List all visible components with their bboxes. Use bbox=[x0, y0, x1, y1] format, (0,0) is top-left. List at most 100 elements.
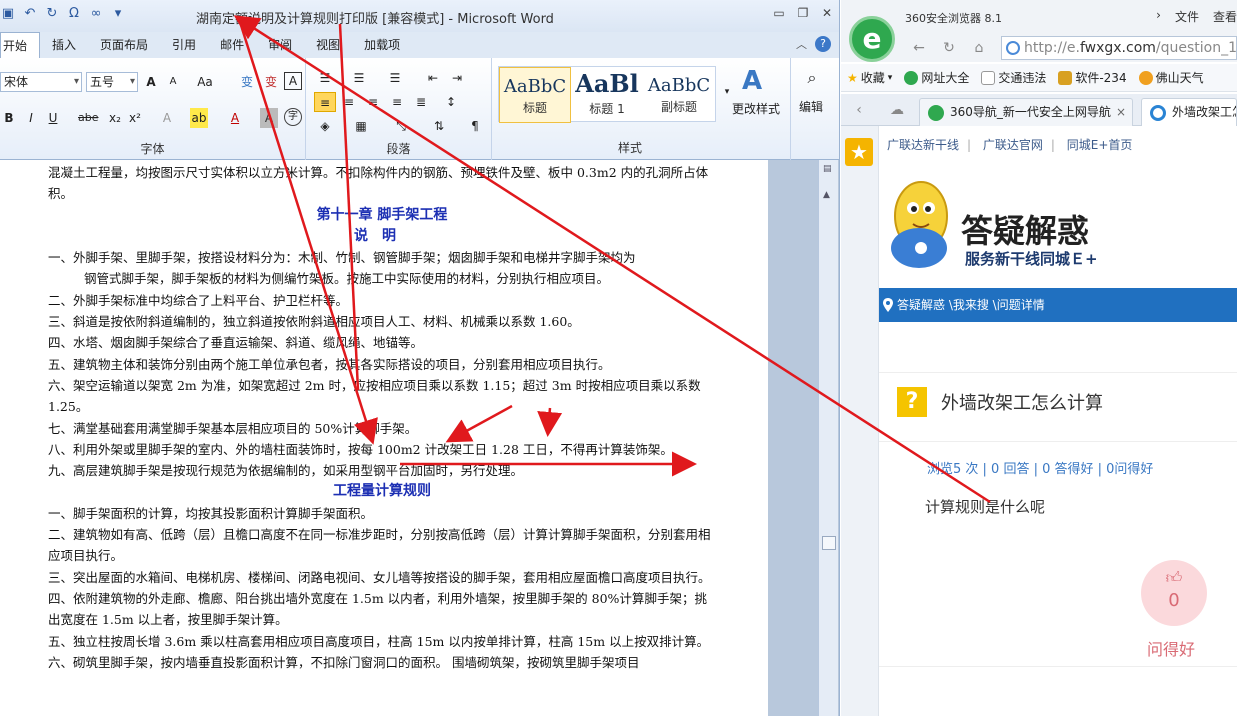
tab-close-icon[interactable]: × bbox=[1116, 99, 1126, 125]
close-icon[interactable]: ✕ bbox=[818, 6, 836, 22]
align-right-icon[interactable]: ≡ bbox=[364, 92, 382, 112]
document-heading[interactable]: 第十一章 脚手架工程 bbox=[48, 205, 716, 226]
shrink-font-button[interactable]: A bbox=[164, 72, 182, 92]
line-spacing-icon[interactable]: ↕ bbox=[442, 92, 460, 112]
document-paragraph[interactable]: 六、架空运输道以架宽 2m 为准，如架宽超过 2m 时，应按相应项目乘以系数 1… bbox=[48, 375, 716, 418]
tab-view[interactable]: 视图 bbox=[304, 32, 352, 58]
fav-link-software[interactable]: 软件-234 bbox=[1058, 69, 1127, 86]
vertical-scrollbar[interactable]: ▤ ▲ bbox=[818, 160, 838, 716]
like-button[interactable]: 👍︎ 0 bbox=[1141, 560, 1207, 626]
justify-icon[interactable]: ≡ bbox=[388, 92, 406, 112]
style-title[interactable]: AaBbC 标题 bbox=[499, 67, 571, 123]
tab-review[interactable]: 审阅 bbox=[256, 32, 304, 58]
document-paragraph[interactable]: 二、外脚手架标准中均综合了上料平台、护卫栏杆等。 bbox=[48, 290, 716, 311]
refresh-icon[interactable]: ↻ bbox=[939, 38, 959, 58]
browser-tab-question[interactable]: 外墙改架工怎么 bbox=[1141, 98, 1237, 126]
enclose-char-button[interactable]: 字 bbox=[284, 108, 302, 126]
infinity-icon[interactable]: ∞ bbox=[88, 6, 104, 21]
editing-label[interactable]: 编辑 bbox=[799, 98, 823, 115]
multilevel-list-icon[interactable]: ☰ bbox=[386, 68, 404, 88]
tab-references[interactable]: 引用 bbox=[160, 32, 208, 58]
document-paragraph[interactable]: 三、突出屋面的水箱间、电梯机房、楼梯间、闭路电视间、女儿墙等按搭设的脚手架，套用… bbox=[48, 567, 716, 588]
back-icon[interactable]: ← bbox=[909, 38, 929, 58]
menu-view[interactable]: 查看 bbox=[1213, 8, 1237, 25]
show-marks-icon[interactable]: ¶ bbox=[466, 116, 484, 136]
shading-icon[interactable]: ◈ bbox=[316, 116, 334, 136]
tab-mailings[interactable]: 邮件 bbox=[208, 32, 256, 58]
omega-icon[interactable]: Ω bbox=[66, 6, 82, 21]
link-tongcheng-home[interactable]: 同城E+首页 bbox=[1059, 138, 1141, 152]
cloud-icon[interactable]: ☁ bbox=[887, 100, 907, 120]
scroll-up-icon[interactable]: ▲ bbox=[823, 190, 830, 200]
subscript-button[interactable]: x₂ bbox=[106, 108, 124, 128]
home-icon[interactable]: ⌂ bbox=[969, 38, 989, 58]
document-paragraph[interactable]: 钢管式脚手架，脚手架板的材料为侧编竹架板。按施工中实际使用的材料，分别执行相应项… bbox=[48, 268, 716, 289]
document-paragraph[interactable]: 八、利用外架或里脚手架的室内、外的墙柱面装饰时，按每 100m2 计改架工日 1… bbox=[48, 439, 716, 460]
decrease-indent-icon[interactable]: ⇤ bbox=[424, 68, 442, 88]
document-paragraph[interactable]: 一、脚手架面积的计算，均按其投影面积计算脚手架面积。 bbox=[48, 503, 716, 524]
scroll-thumb[interactable] bbox=[822, 536, 836, 550]
address-bar[interactable]: http://e.fwxgx.com/question_15 bbox=[1001, 36, 1237, 60]
document-heading[interactable]: 工程量计算规则 bbox=[48, 481, 716, 502]
tab-insert[interactable]: 插入 bbox=[40, 32, 88, 58]
grow-font-button[interactable]: A bbox=[142, 72, 160, 92]
style-subtitle[interactable]: AaBbC 副标题 bbox=[643, 67, 715, 123]
document-paragraph[interactable]: 二、建筑物如有高、低跨（层）且檐口高度不在同一标准步距时，分别按高低跨（层）计算… bbox=[48, 524, 716, 567]
underline-button[interactable]: U bbox=[44, 108, 62, 128]
numbering-icon[interactable]: ☰ bbox=[350, 68, 368, 88]
fav-link-directory[interactable]: 网址大全 bbox=[904, 69, 969, 86]
tab-addins[interactable]: 加载项 bbox=[352, 32, 412, 58]
change-case-button[interactable]: Aa bbox=[196, 72, 214, 92]
document-paragraph[interactable]: 五、独立柱按周长增 3.6m 乘以柱高套用相应项目高度项目，柱高 15m 以内按… bbox=[48, 631, 716, 652]
styles-scroll-icon[interactable]: ▾ bbox=[718, 82, 736, 102]
distributed-icon[interactable]: ≣ bbox=[412, 92, 430, 112]
font-color-button[interactable]: A bbox=[226, 108, 244, 128]
document-paragraph[interactable]: 三、斜道是按依附斜道编制的，独立斜道按依附斜道相应项目人工、材料、机械乘以系数 … bbox=[48, 311, 716, 332]
char-shading-button[interactable]: A bbox=[260, 108, 278, 128]
document-paragraph[interactable]: 混凝土工程量，均按图示尺寸实体积以立方米计算。不扣除构件内的钢筋、预埋铁件及壁、… bbox=[48, 162, 716, 205]
style-heading-1[interactable]: AaBl 标题 1 bbox=[571, 67, 643, 123]
fav-link-traffic[interactable]: 交通违法 bbox=[981, 69, 1046, 86]
font-name-combo[interactable]: 宋体 bbox=[0, 72, 82, 92]
document-paragraph[interactable]: 四、水塔、烟囱脚手架综合了垂直运输架、斜道、缆风绳、地锚等。 bbox=[48, 332, 716, 353]
bold-button[interactable]: B bbox=[0, 108, 18, 128]
change-styles-icon[interactable]: A bbox=[742, 64, 762, 98]
document-paragraph[interactable]: 五、建筑物主体和装饰分别由两个施工单位承包者，按其各实际搭设的项目，分别套用相应… bbox=[48, 354, 716, 375]
browser-tab-360nav[interactable]: 360导航_新一代安全上网导航 × bbox=[919, 98, 1133, 126]
align-left-icon[interactable]: ≡ bbox=[314, 92, 336, 112]
tab-scroll-left-icon[interactable]: ‹ bbox=[849, 100, 869, 120]
chinese-layout-icon[interactable]: ⤡ bbox=[392, 116, 410, 136]
increase-indent-icon[interactable]: ⇥ bbox=[448, 68, 466, 88]
bullets-icon[interactable]: ☰ bbox=[316, 68, 334, 88]
menu-file[interactable]: 文件 bbox=[1175, 8, 1199, 25]
char-border-button[interactable]: A bbox=[284, 72, 302, 90]
document-paragraph[interactable]: 六、砌筑里脚手架，按内墙垂直投影面积计算，不扣除门窗洞口的面积。 围墙砌筑架，按… bbox=[48, 652, 716, 673]
menu-chevron-icon[interactable]: › bbox=[1156, 8, 1161, 25]
restore-icon[interactable]: ❐ bbox=[794, 6, 812, 22]
document-paragraph[interactable]: 七、满堂基础套用满堂脚手架基本层相应项目的 50%计算脚手架。 bbox=[48, 418, 716, 439]
help-icon[interactable]: ? bbox=[815, 36, 831, 52]
highlight-button[interactable]: ab bbox=[190, 108, 208, 128]
link-glodon-newline[interactable]: 广联达新干线 bbox=[879, 138, 967, 152]
customize-icon[interactable]: ▾ bbox=[110, 6, 126, 21]
favorites-button[interactable]: ★ 收藏 ▾ bbox=[847, 69, 892, 86]
redo-icon[interactable]: ↻ bbox=[44, 6, 60, 21]
document-paragraph[interactable]: 一、外脚手架、里脚手架，按搭设材料分为：木制、竹制、钢管脚手架；烟囱脚手架和电梯… bbox=[48, 247, 716, 268]
phonetic-guide-button[interactable]: 变 bbox=[262, 72, 280, 92]
link-glodon-official[interactable]: 广联达官网 bbox=[975, 138, 1051, 152]
minimize-icon[interactable]: ▭ bbox=[770, 6, 788, 22]
change-styles-label[interactable]: 更改样式 bbox=[732, 100, 780, 117]
strikethrough-button[interactable]: abe bbox=[78, 108, 99, 128]
document-page[interactable]: 混凝土工程量，均按图示尺寸实体积以立方米计算。不扣除构件内的钢筋、预埋铁件及壁、… bbox=[0, 160, 768, 716]
find-icon[interactable]: ⌕ bbox=[803, 68, 821, 88]
document-paragraph[interactable]: 九、高层建筑脚手架是按现行规范为依据编制的，如采用型钢平台加固时，另行处理。 bbox=[48, 460, 716, 481]
borders-icon[interactable]: ▦ bbox=[352, 116, 370, 136]
collapse-ribbon-icon[interactable]: ︿ bbox=[796, 36, 807, 52]
clear-format-button[interactable]: 变 bbox=[238, 72, 256, 92]
sort-icon[interactable]: ⇅ bbox=[430, 116, 448, 136]
tab-home[interactable]: 开始 bbox=[0, 32, 41, 58]
undo-icon[interactable]: ↶ bbox=[22, 6, 38, 21]
document-heading[interactable]: 说明 bbox=[48, 226, 716, 247]
text-effects-button[interactable]: A bbox=[158, 108, 176, 128]
align-center-icon[interactable]: ≡ bbox=[340, 92, 358, 112]
